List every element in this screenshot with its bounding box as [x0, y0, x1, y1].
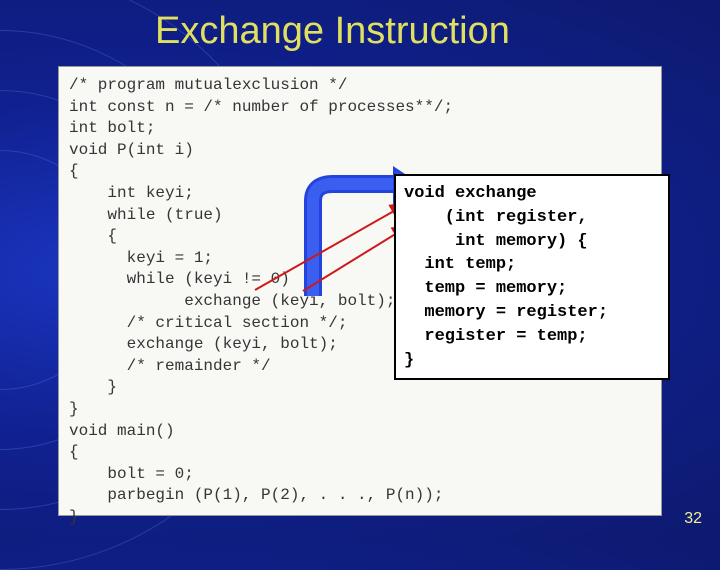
callout-line: temp = memory; [404, 279, 567, 298]
callout-line: int memory) { [404, 232, 588, 251]
callout-line: register = temp; [404, 327, 588, 346]
callout-line: int temp; [404, 255, 516, 274]
callout-line: void exchange [404, 184, 537, 203]
callout-line: memory = register; [404, 303, 608, 322]
page-number: 32 [684, 510, 702, 528]
callout-line: } [404, 351, 414, 370]
exchange-definition-box: void exchange (int register, int memory)… [394, 174, 670, 380]
callout-line: (int register, [404, 208, 588, 227]
slide-title: Exchange Instruction [155, 10, 510, 53]
